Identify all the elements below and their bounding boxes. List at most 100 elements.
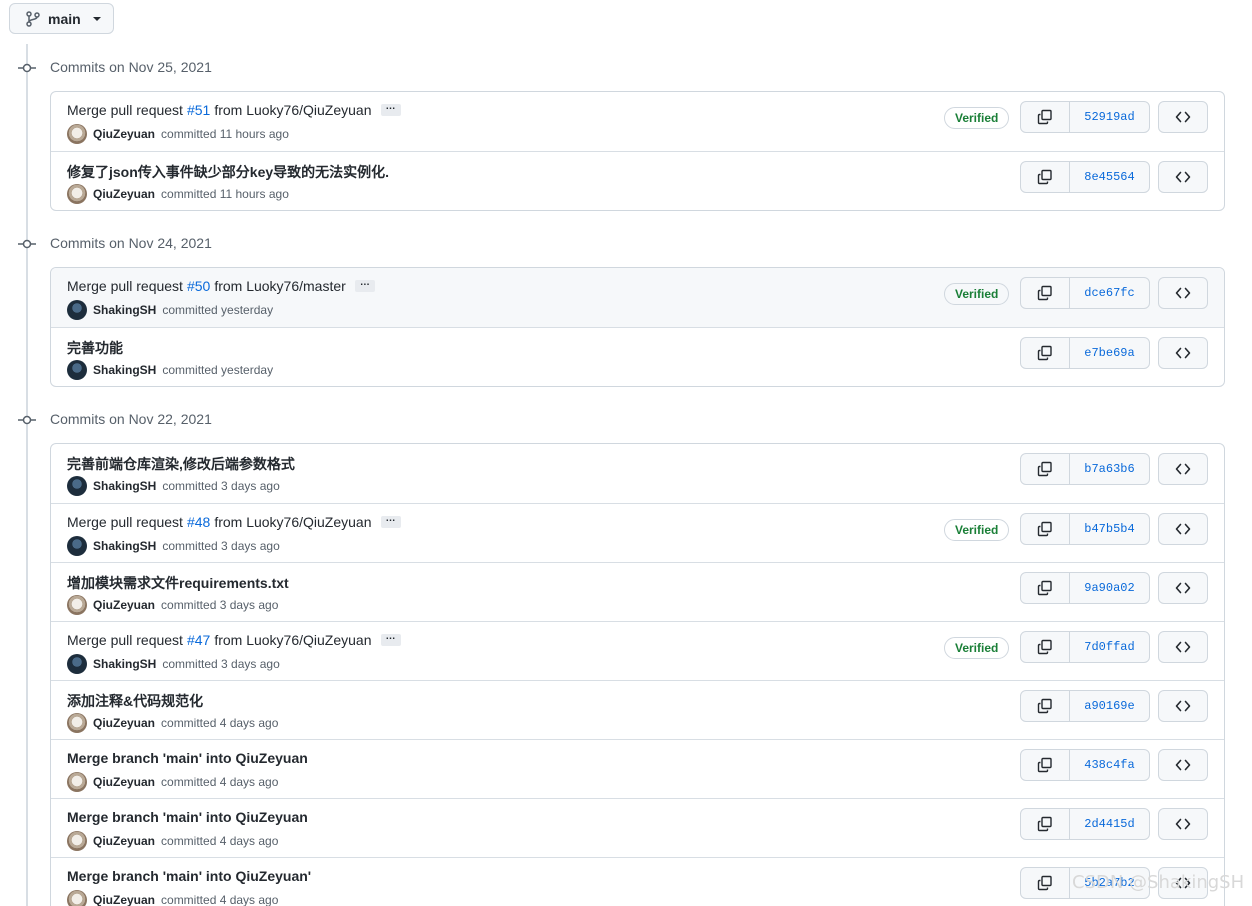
commit-author[interactable]: QiuZeyuan bbox=[93, 834, 155, 848]
code-icon bbox=[1175, 698, 1191, 714]
browse-repo-button[interactable] bbox=[1158, 277, 1208, 309]
avatar[interactable] bbox=[67, 124, 87, 144]
commit-message-prefix[interactable]: Merge pull request bbox=[67, 514, 183, 530]
commit-sha-link[interactable]: 438c4fa bbox=[1070, 750, 1149, 780]
commit-row: 完善功能 ShakingSH committed yesterday e7be69a bbox=[51, 327, 1224, 386]
commit-time: committed 4 days ago bbox=[161, 716, 279, 730]
sha-button-group: b7a63b6 bbox=[1020, 453, 1150, 485]
commit-message[interactable]: 添加注释&代码规范化 bbox=[67, 691, 203, 711]
commit-sha-link[interactable]: b7a63b6 bbox=[1070, 454, 1149, 484]
commit-author[interactable]: ShakingSH bbox=[93, 539, 156, 553]
sha-button-group: 438c4fa bbox=[1020, 749, 1150, 781]
browse-repo-button[interactable] bbox=[1158, 631, 1208, 663]
copy-sha-button[interactable] bbox=[1021, 514, 1070, 544]
browse-repo-button[interactable] bbox=[1158, 749, 1208, 781]
browse-repo-button[interactable] bbox=[1158, 513, 1208, 545]
commit-author[interactable]: ShakingSH bbox=[93, 657, 156, 671]
commit-time: committed yesterday bbox=[162, 303, 274, 317]
browse-repo-button[interactable] bbox=[1158, 161, 1208, 193]
avatar[interactable] bbox=[67, 595, 87, 615]
commit-meta: QiuZeyuan committed 4 days ago bbox=[67, 831, 278, 851]
copy-sha-button[interactable] bbox=[1021, 102, 1070, 132]
commit-time: committed 4 days ago bbox=[161, 893, 279, 906]
avatar[interactable] bbox=[67, 713, 87, 733]
pull-request-link[interactable]: #50 bbox=[187, 278, 210, 294]
commit-message[interactable]: 增加模块需求文件requirements.txt bbox=[67, 573, 289, 593]
commit-message[interactable]: Merge branch 'main' into QiuZeyuan bbox=[67, 750, 308, 766]
avatar[interactable] bbox=[67, 300, 87, 320]
avatar[interactable] bbox=[67, 184, 87, 204]
avatar[interactable] bbox=[67, 890, 87, 906]
verified-badge[interactable]: Verified bbox=[944, 107, 1010, 129]
copy-sha-button[interactable] bbox=[1021, 454, 1070, 484]
verified-badge[interactable]: Verified bbox=[944, 283, 1010, 305]
commit-author[interactable]: QiuZeyuan bbox=[93, 716, 155, 730]
branch-label: main bbox=[48, 10, 81, 27]
avatar[interactable] bbox=[67, 654, 87, 674]
commit-message[interactable]: Merge branch 'main' into QiuZeyuan' bbox=[67, 868, 311, 884]
commit-sha-link[interactable]: e7be69a bbox=[1070, 338, 1149, 368]
branch-select-button[interactable]: main bbox=[9, 3, 114, 34]
copy-icon bbox=[1037, 816, 1053, 832]
browse-repo-button[interactable] bbox=[1158, 337, 1208, 369]
commit-sha-link[interactable]: a90169e bbox=[1070, 691, 1149, 721]
commit-message[interactable]: 完善前端仓库渲染,修改后端参数格式 bbox=[67, 454, 295, 474]
avatar[interactable] bbox=[67, 536, 87, 556]
copy-sha-button[interactable] bbox=[1021, 162, 1070, 192]
browse-repo-button[interactable] bbox=[1158, 453, 1208, 485]
copy-sha-button[interactable] bbox=[1021, 868, 1070, 898]
commit-author[interactable]: ShakingSH bbox=[93, 479, 156, 493]
copy-sha-button[interactable] bbox=[1021, 278, 1070, 308]
commit-message[interactable]: 完善功能 bbox=[67, 338, 123, 358]
commit-message[interactable]: 修复了json传入事件缺少部分key导致的无法实例化. bbox=[67, 162, 389, 182]
commit-sha-link[interactable]: 7d0ffad bbox=[1070, 632, 1149, 662]
copy-sha-button[interactable] bbox=[1021, 573, 1070, 603]
commit-sha-link[interactable]: b47b5b4 bbox=[1070, 514, 1149, 544]
commit-message-prefix[interactable]: Merge pull request bbox=[67, 632, 183, 648]
commit-author[interactable]: ShakingSH bbox=[93, 303, 156, 317]
commit-author[interactable]: QiuZeyuan bbox=[93, 598, 155, 612]
browse-repo-button[interactable] bbox=[1158, 808, 1208, 840]
commit-message[interactable]: Merge branch 'main' into QiuZeyuan bbox=[67, 809, 308, 825]
copy-sha-button[interactable] bbox=[1021, 691, 1070, 721]
commit-sha-link[interactable]: dce67fc bbox=[1070, 278, 1149, 308]
copy-sha-button[interactable] bbox=[1021, 750, 1070, 780]
commit-author[interactable]: ShakingSH bbox=[93, 363, 156, 377]
commit-message-suffix[interactable]: from Luoky76/master bbox=[214, 278, 346, 294]
expand-message-button[interactable]: … bbox=[380, 632, 401, 646]
sha-button-group: b47b5b4 bbox=[1020, 513, 1150, 545]
pull-request-link[interactable]: #47 bbox=[187, 632, 210, 648]
verified-badge[interactable]: Verified bbox=[944, 637, 1010, 659]
commit-message-prefix[interactable]: Merge pull request bbox=[67, 278, 183, 294]
avatar[interactable] bbox=[67, 476, 87, 496]
copy-sha-button[interactable] bbox=[1021, 338, 1070, 368]
pull-request-link[interactable]: #48 bbox=[187, 514, 210, 530]
avatar[interactable] bbox=[67, 772, 87, 792]
commit-sha-link[interactable]: 2d4415d bbox=[1070, 809, 1149, 839]
browse-repo-button[interactable] bbox=[1158, 572, 1208, 604]
commit-message-suffix[interactable]: from Luoky76/QiuZeyuan bbox=[214, 102, 371, 118]
verified-badge[interactable]: Verified bbox=[944, 519, 1010, 541]
commit-author[interactable]: QiuZeyuan bbox=[93, 775, 155, 789]
commit-message-suffix[interactable]: from Luoky76/QiuZeyuan bbox=[214, 632, 371, 648]
copy-sha-button[interactable] bbox=[1021, 809, 1070, 839]
commit-sha-link[interactable]: 52919ad bbox=[1070, 102, 1149, 132]
commit-sha-link[interactable]: 9a90a02 bbox=[1070, 573, 1149, 603]
pull-request-link[interactable]: #51 bbox=[187, 102, 210, 118]
commit-message-prefix[interactable]: Merge pull request bbox=[67, 102, 183, 118]
copy-sha-button[interactable] bbox=[1021, 632, 1070, 662]
browse-repo-button[interactable] bbox=[1158, 690, 1208, 722]
expand-message-button[interactable]: … bbox=[354, 278, 375, 292]
commit-sha-link[interactable]: 8e45564 bbox=[1070, 162, 1149, 192]
commit-message-suffix[interactable]: from Luoky76/QiuZeyuan bbox=[214, 514, 371, 530]
copy-icon bbox=[1037, 875, 1053, 891]
commit-author[interactable]: QiuZeyuan bbox=[93, 187, 155, 201]
expand-message-button[interactable]: … bbox=[380, 102, 401, 116]
avatar[interactable] bbox=[67, 831, 87, 851]
expand-message-button[interactable]: … bbox=[380, 514, 401, 528]
browse-repo-button[interactable] bbox=[1158, 101, 1208, 133]
commit-time: committed 4 days ago bbox=[161, 834, 279, 848]
commit-author[interactable]: QiuZeyuan bbox=[93, 893, 155, 906]
avatar[interactable] bbox=[67, 360, 87, 380]
commit-author[interactable]: QiuZeyuan bbox=[93, 127, 155, 141]
